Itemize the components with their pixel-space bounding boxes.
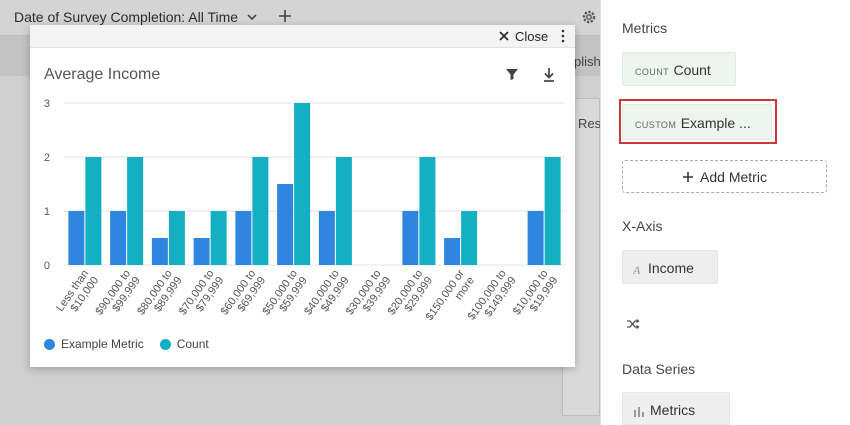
filter-icon[interactable] <box>505 67 519 81</box>
bar-count <box>168 211 185 265</box>
data-series-chip[interactable]: Metrics <box>622 392 730 425</box>
more-options-icon[interactable] <box>560 29 566 43</box>
chart-legend: Example Metric Count <box>44 337 225 351</box>
data-series-name: Metrics <box>650 402 696 418</box>
x-axis-field-chip[interactable]: A Income <box>622 250 718 284</box>
x-tick-label: $90,000 to$99,999 <box>93 268 142 317</box>
text-field-icon: A <box>633 263 641 275</box>
x-tick-label: $10,000 to$19,999 <box>511 268 560 317</box>
bar-count <box>127 157 144 265</box>
add-metric-button[interactable]: Add Metric <box>622 160 827 193</box>
metric-count-chip[interactable]: COUNT Count <box>622 52 736 86</box>
bar-chart-icon <box>634 406 644 417</box>
legend-label: Example Metric <box>61 337 144 351</box>
bar-count <box>252 157 269 265</box>
swap-axes-icon[interactable] <box>626 317 640 331</box>
bar-chart: 0 1 2 3 Less than$10,000$90,000 to$99,999$80… <box>44 98 565 323</box>
chevron-down-icon[interactable] <box>245 10 259 24</box>
x-tick-label: Less than$10,000 <box>54 268 101 314</box>
legend-swatch <box>159 338 171 350</box>
chart-title: Average Income <box>44 66 161 83</box>
y-tick-label: 1 <box>44 206 50 218</box>
plus-icon <box>683 171 694 182</box>
x-tick-label: $150,000 ormore <box>424 268 477 323</box>
close-button[interactable]: Close <box>515 29 548 44</box>
background-publish-text: plish <box>574 54 601 69</box>
metric-name: Count <box>673 62 711 78</box>
download-icon[interactable] <box>542 67 556 83</box>
bar-count <box>294 103 311 265</box>
x-tick-label: $60,000 to$69,999 <box>219 268 268 317</box>
x-tick-label: $50,000 to$59,999 <box>260 268 309 317</box>
background-card-text: Res <box>578 116 602 131</box>
x-axis-section-title: X-Axis <box>622 218 663 234</box>
y-tick-label: 0 <box>44 260 50 272</box>
add-filter-icon[interactable] <box>277 8 293 24</box>
bar-example-metric <box>193 238 210 265</box>
bar-example-metric <box>402 211 419 265</box>
bar-example-metric <box>527 211 544 265</box>
x-axis-field-name: Income <box>648 260 694 276</box>
x-tick-label: $70,000 to$79,999 <box>177 268 226 317</box>
highlight-box <box>619 99 777 144</box>
bar-count <box>419 157 436 265</box>
gear-icon[interactable] <box>580 8 598 26</box>
x-tick-label: $100,000 to$149,999 <box>466 268 519 322</box>
y-tick-label: 2 <box>44 152 50 164</box>
add-metric-label: Add Metric <box>700 168 767 185</box>
bar-example-metric <box>444 238 461 265</box>
bar-count <box>335 157 352 265</box>
x-tick-label: $80,000 to$89,999 <box>135 268 184 317</box>
bar-example-metric <box>68 211 85 265</box>
legend-item[interactable]: Example Metric <box>44 337 144 351</box>
bar-example-metric <box>318 211 335 265</box>
legend-item[interactable]: Count <box>159 337 209 351</box>
bar-count <box>85 157 102 265</box>
data-series-section-title: Data Series <box>622 361 696 377</box>
svg-text:A: A <box>633 263 641 275</box>
bar-example-metric <box>277 184 294 265</box>
y-tick-label: 3 <box>44 98 50 110</box>
legend-swatch <box>44 338 55 350</box>
close-icon[interactable] <box>498 30 510 42</box>
bar-example-metric <box>110 211 127 265</box>
bar-example-metric <box>151 238 168 265</box>
bar-count <box>461 211 478 265</box>
chart-modal: Close Average Income 0 1 2 3 Less than $10,00… <box>30 25 575 367</box>
legend-label: Count <box>176 337 209 351</box>
metrics-section-title: Metrics <box>622 20 668 36</box>
metric-type-label: COUNT <box>635 67 669 77</box>
bar-count <box>210 211 227 265</box>
date-filter-label[interactable]: Date of Survey Completion: All Time <box>14 9 238 25</box>
modal-header: Close <box>30 25 575 48</box>
x-tick-label: $30,000 to$39,999 <box>344 268 393 317</box>
bar-count <box>544 157 561 265</box>
settings-sidebar: Metrics COUNT Count CUSTOM Example ... A… <box>600 0 850 425</box>
x-tick-label: $40,000 to$49,999 <box>302 268 351 317</box>
bar-example-metric <box>235 211 252 265</box>
